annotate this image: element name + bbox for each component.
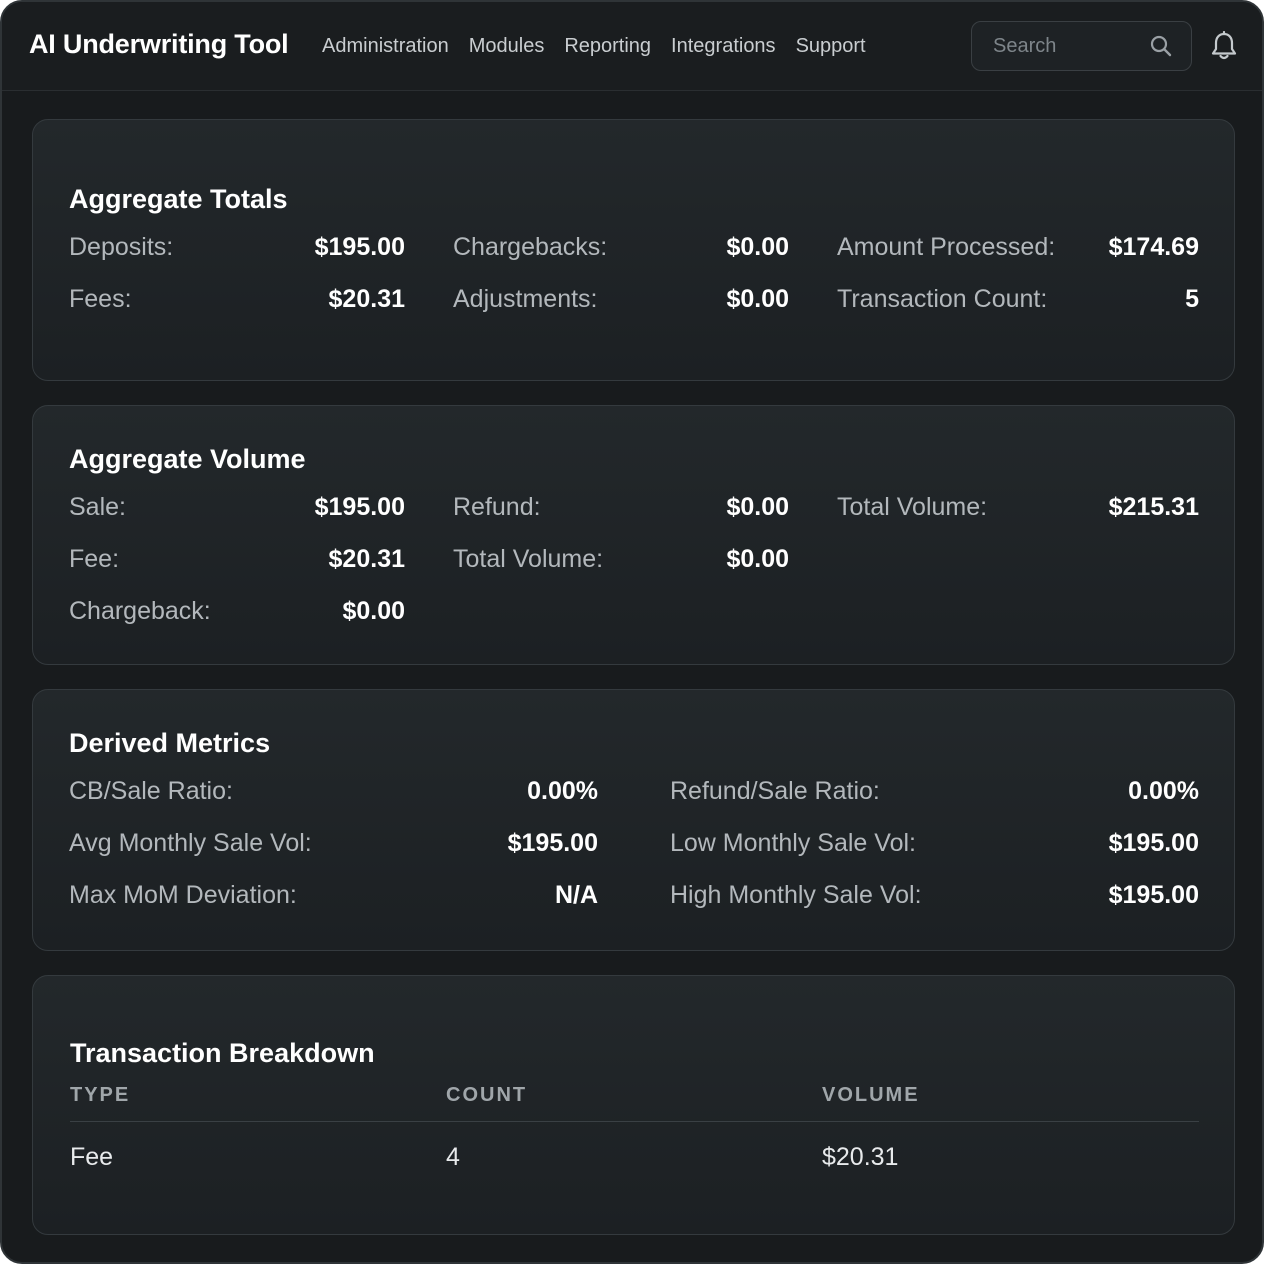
metric-max-mom-deviation: Max MoM Deviation: N/A	[69, 881, 598, 911]
metric-label: Refund:	[453, 493, 541, 521]
metric-label: Total Volume:	[837, 493, 988, 521]
aggregate-volume-card: Aggregate Volume Sale: $195.00 Fee: $20.…	[32, 405, 1235, 665]
metric-label: Amount Processed:	[837, 233, 1056, 261]
metric-value: $0.00	[726, 545, 789, 573]
metric-label: Total Volume:	[453, 545, 604, 573]
metric-label: Sale:	[69, 493, 126, 521]
metric-refund: Refund: $0.00	[453, 493, 789, 523]
metric-sale: Sale: $195.00	[69, 493, 405, 523]
metric-refund-sale-ratio: Refund/Sale Ratio: 0.00%	[670, 777, 1199, 807]
transaction-breakdown-card: Transaction Breakdown TYPE COUNT VOLUME …	[32, 975, 1235, 1235]
cell-type: Fee	[70, 1143, 114, 1171]
search-input[interactable]	[972, 22, 1142, 70]
card-title: Aggregate Volume	[69, 444, 306, 474]
metric-total-volume: Total Volume: $215.31	[837, 493, 1199, 523]
column-header-volume: VOLUME	[822, 1084, 920, 1106]
metric-value: 0.00%	[527, 777, 598, 805]
metric-value: $0.00	[726, 493, 789, 521]
metric-label: Avg Monthly Sale Vol:	[69, 829, 312, 857]
metric-adjustments: Adjustments: $0.00	[453, 285, 789, 315]
app-window: AI Underwriting Tool Administration Modu…	[0, 0, 1264, 1264]
metric-value: $20.31	[328, 545, 405, 573]
derived-metrics-card: Derived Metrics CB/Sale Ratio: 0.00% Avg…	[32, 689, 1235, 951]
search-icon[interactable]	[1149, 34, 1173, 58]
metric-value: $195.00	[314, 493, 405, 521]
metric-low-monthly-sale-vol: Low Monthly Sale Vol: $195.00	[670, 829, 1199, 859]
metric-value: $0.00	[342, 597, 405, 625]
metric-label: Adjustments:	[453, 285, 598, 313]
metric-cb-sale-ratio: CB/Sale Ratio: 0.00%	[69, 777, 598, 807]
metric-value: $174.69	[1108, 233, 1199, 261]
aggregate-totals-card: Aggregate Totals Deposits: $195.00 Fees:…	[32, 119, 1235, 381]
app-title: AI Underwriting Tool	[29, 29, 289, 59]
metric-value: $215.31	[1108, 493, 1199, 521]
bell-icon[interactable]	[1210, 31, 1238, 61]
metric-value: 0.00%	[1128, 777, 1199, 805]
nav-modules[interactable]: Modules	[469, 35, 545, 58]
cell-volume: $20.31	[822, 1143, 899, 1171]
metric-deposits: Deposits: $195.00	[69, 233, 405, 263]
search-box	[971, 21, 1192, 71]
metric-value: $195.00	[314, 233, 405, 261]
metric-total-volume-secondary: Total Volume: $0.00	[453, 545, 789, 575]
nav-reporting[interactable]: Reporting	[564, 35, 651, 58]
metric-value: $195.00	[507, 829, 598, 857]
metric-label: High Monthly Sale Vol:	[670, 881, 922, 909]
card-title: Transaction Breakdown	[70, 1038, 375, 1068]
metric-label: Fee:	[69, 545, 120, 573]
nav-administration[interactable]: Administration	[322, 35, 449, 58]
main-nav: Administration Modules Reporting Integra…	[322, 35, 866, 58]
top-navigation-bar: AI Underwriting Tool Administration Modu…	[2, 2, 1262, 91]
metric-fees: Fees: $20.31	[69, 285, 405, 315]
metric-value: $0.00	[726, 285, 789, 313]
card-title: Aggregate Totals	[69, 184, 288, 214]
metric-value: 5	[1185, 285, 1199, 313]
table-divider	[70, 1121, 1199, 1122]
metric-amount-processed: Amount Processed: $174.69	[837, 233, 1199, 263]
metric-high-monthly-sale-vol: High Monthly Sale Vol: $195.00	[670, 881, 1199, 911]
column-header-type: TYPE	[70, 1084, 131, 1106]
metric-value: $0.00	[726, 233, 789, 261]
metric-value: $195.00	[1108, 829, 1199, 857]
metric-value: N/A	[554, 881, 598, 909]
metric-label: Transaction Count:	[837, 285, 1048, 313]
metric-label: Low Monthly Sale Vol:	[670, 829, 916, 857]
metric-label: CB/Sale Ratio:	[69, 777, 233, 805]
metric-fee: Fee: $20.31	[69, 545, 405, 575]
metric-label: Refund/Sale Ratio:	[670, 777, 880, 805]
metric-label: Deposits:	[69, 233, 174, 261]
metric-label: Fees:	[69, 285, 132, 313]
metric-avg-monthly-sale-vol: Avg Monthly Sale Vol: $195.00	[69, 829, 598, 859]
metric-label: Chargeback:	[69, 597, 211, 625]
metric-transaction-count: Transaction Count: 5	[837, 285, 1199, 315]
metric-value: $195.00	[1108, 881, 1199, 909]
cell-count: 4	[446, 1143, 460, 1171]
metric-value: $20.31	[328, 285, 405, 313]
metric-label: Chargebacks:	[453, 233, 608, 261]
card-title: Derived Metrics	[69, 728, 271, 758]
column-header-count: COUNT	[446, 1084, 528, 1106]
nav-support[interactable]: Support	[796, 35, 866, 58]
nav-integrations[interactable]: Integrations	[671, 35, 776, 58]
metric-chargeback: Chargeback: $0.00	[69, 597, 405, 627]
metric-label: Max MoM Deviation:	[69, 881, 297, 909]
metric-chargebacks: Chargebacks: $0.00	[453, 233, 789, 263]
